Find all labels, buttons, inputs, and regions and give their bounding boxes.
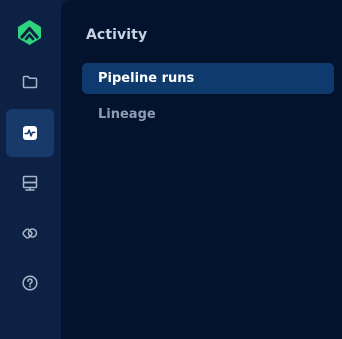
nav-item-pipeline-runs[interactable]: Pipeline runs <box>82 63 334 94</box>
rail-item-help[interactable] <box>6 259 54 307</box>
help-icon <box>22 275 38 291</box>
activity-icon <box>23 126 37 140</box>
folder-icon <box>22 75 38 89</box>
server-icon <box>22 175 38 191</box>
rail-item-connections[interactable] <box>6 209 54 257</box>
panel-title: Activity <box>86 27 148 43</box>
rail-item-files[interactable] <box>6 58 54 106</box>
activity-panel: Activity Pipeline runs Lineage <box>61 0 342 339</box>
rail-item-activity[interactable] <box>6 109 54 157</box>
nav-item-lineage[interactable]: Lineage <box>82 99 334 130</box>
connections-icon <box>22 228 38 239</box>
rail-item-servers[interactable] <box>6 159 54 207</box>
app-root: Activity Pipeline runs Lineage <box>0 0 342 339</box>
app-logo-icon[interactable] <box>16 19 43 46</box>
icon-rail <box>0 0 61 339</box>
